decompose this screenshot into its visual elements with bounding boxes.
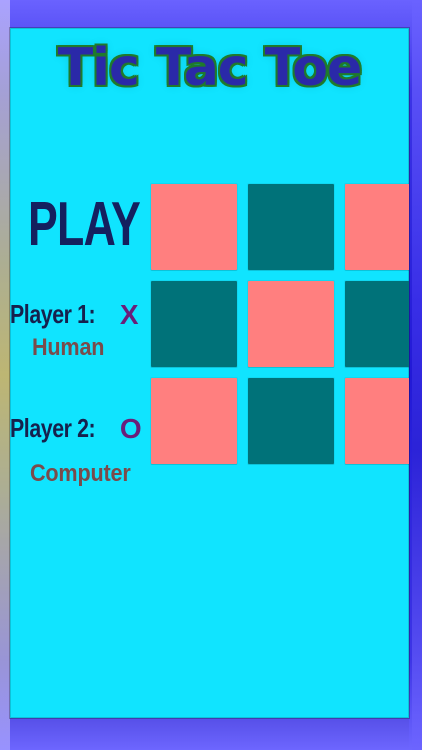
- board-cell-r2-c1[interactable]: [151, 281, 237, 367]
- board-cell-r3-c3[interactable]: [345, 378, 409, 464]
- player-1-type-wrap: Human: [32, 336, 150, 360]
- board-cell-r2-c3[interactable]: [345, 281, 409, 367]
- game-panel: Tic Tac Toe PLAY Player 1: X Human Playe…: [10, 28, 409, 718]
- player-1-info: Player 1: X Human: [10, 300, 150, 360]
- board-cell-r1-c3[interactable]: [345, 184, 409, 270]
- player-2-info: Player 2: O Computer: [10, 414, 150, 486]
- board-cell-r3-c2[interactable]: [248, 378, 334, 464]
- board-cell-r2-c2[interactable]: [248, 281, 334, 367]
- player-1-mark: X: [119, 299, 139, 330]
- player-2-type: Computer: [30, 460, 131, 487]
- player-2-line: Player 2: O: [10, 413, 150, 444]
- player-1-label: Player 1:: [10, 299, 96, 329]
- bottom-shade: [10, 718, 409, 750]
- left-edge-glow: [0, 0, 10, 750]
- player-2-mark: O: [119, 413, 142, 444]
- board-cell-r1-c1[interactable]: [151, 184, 237, 270]
- tic-tac-toe-board: [141, 184, 409, 464]
- player-2-type-wrap: Computer: [30, 462, 150, 486]
- play-label: PLAY: [28, 190, 141, 259]
- player-1-line: Player 1: X: [10, 299, 150, 330]
- player-2-label: Player 2:: [10, 413, 96, 443]
- board-cell-r3-c1[interactable]: [151, 378, 237, 464]
- right-edge-glow: [412, 0, 422, 750]
- board-cell-r1-c2[interactable]: [248, 184, 334, 270]
- app-title: Tic Tac Toe: [57, 38, 363, 98]
- player-1-type: Human: [32, 334, 105, 361]
